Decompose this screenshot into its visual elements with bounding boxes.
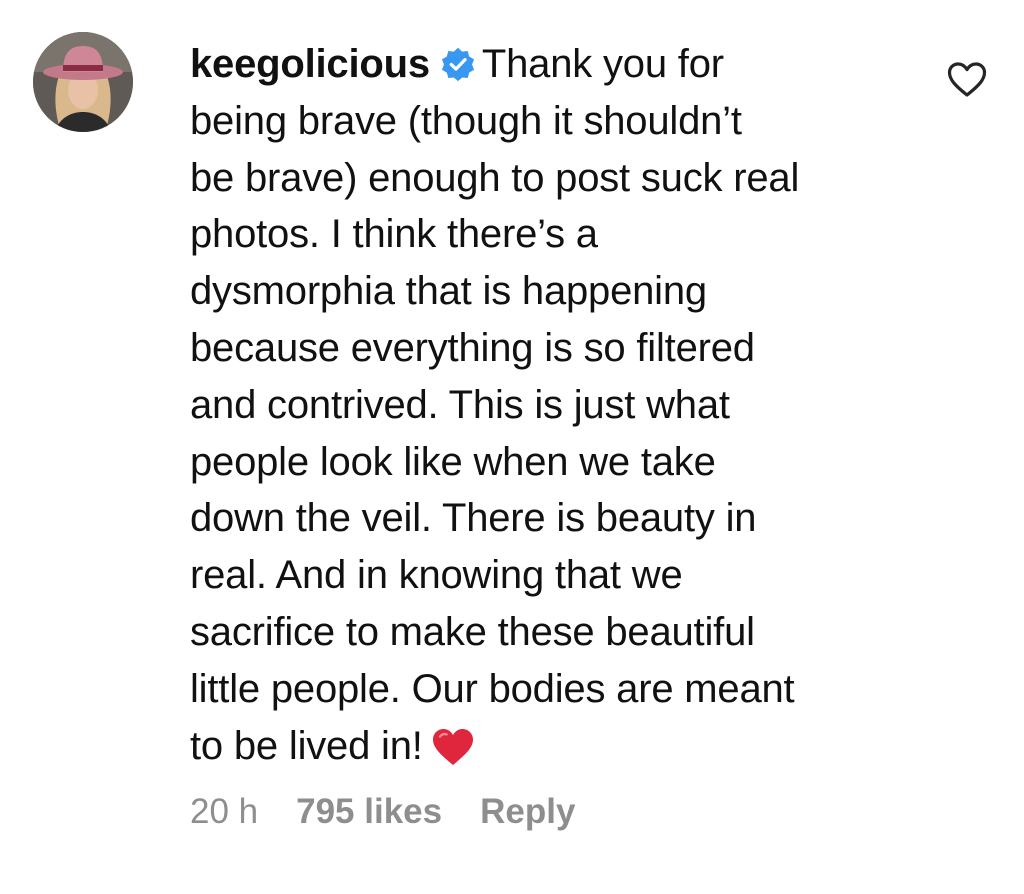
- comment-body: keegolicious Thank you for being brave (t…: [190, 36, 910, 774]
- user-avatar[interactable]: [33, 32, 133, 132]
- comment-text-line: because everything is so filtered: [190, 325, 755, 370]
- comment-text-line: and contrived. This is just what: [190, 382, 730, 427]
- comment-text-line: little people. Our bodies are meant: [190, 666, 795, 711]
- comment-text-line: being brave (though it shouldn’t: [190, 98, 742, 143]
- comment-likes-count[interactable]: 795 likes: [296, 792, 442, 831]
- username-link[interactable]: keegolicious: [190, 42, 430, 86]
- comment-meta-row: 20 h 795 likes Reply: [190, 792, 613, 832]
- comment-text-line: Thank you for: [481, 42, 724, 86]
- comment-first-line: keegolicious Thank you for: [190, 36, 910, 93]
- comment-text-line: down the veil. There is beauty in: [190, 496, 757, 541]
- comment-text-line: dysmorphia that is happening: [190, 269, 707, 314]
- comment-text-line: be brave) enough to post suck real: [190, 155, 800, 200]
- like-heart-icon[interactable]: [946, 59, 988, 101]
- avatar-photo: [33, 32, 133, 132]
- comment-text-line: real. And in knowing that we: [190, 553, 683, 598]
- comment-text-line: to be lived in!: [190, 723, 423, 768]
- comment-text-line: photos. I think there’s a: [190, 212, 598, 257]
- comment-text-line: people look like when we take: [190, 439, 716, 484]
- comment-last-line: to be lived in!: [190, 718, 910, 775]
- comment-timestamp[interactable]: 20 h: [190, 792, 258, 831]
- reply-button[interactable]: Reply: [480, 792, 575, 831]
- comment-text-line: sacrifice to make these beautiful: [190, 609, 755, 654]
- verified-badge-icon: [440, 41, 476, 82]
- comment: keegolicious Thank you for being brave (t…: [0, 0, 1024, 894]
- red-heart-emoji-icon: [431, 726, 475, 766]
